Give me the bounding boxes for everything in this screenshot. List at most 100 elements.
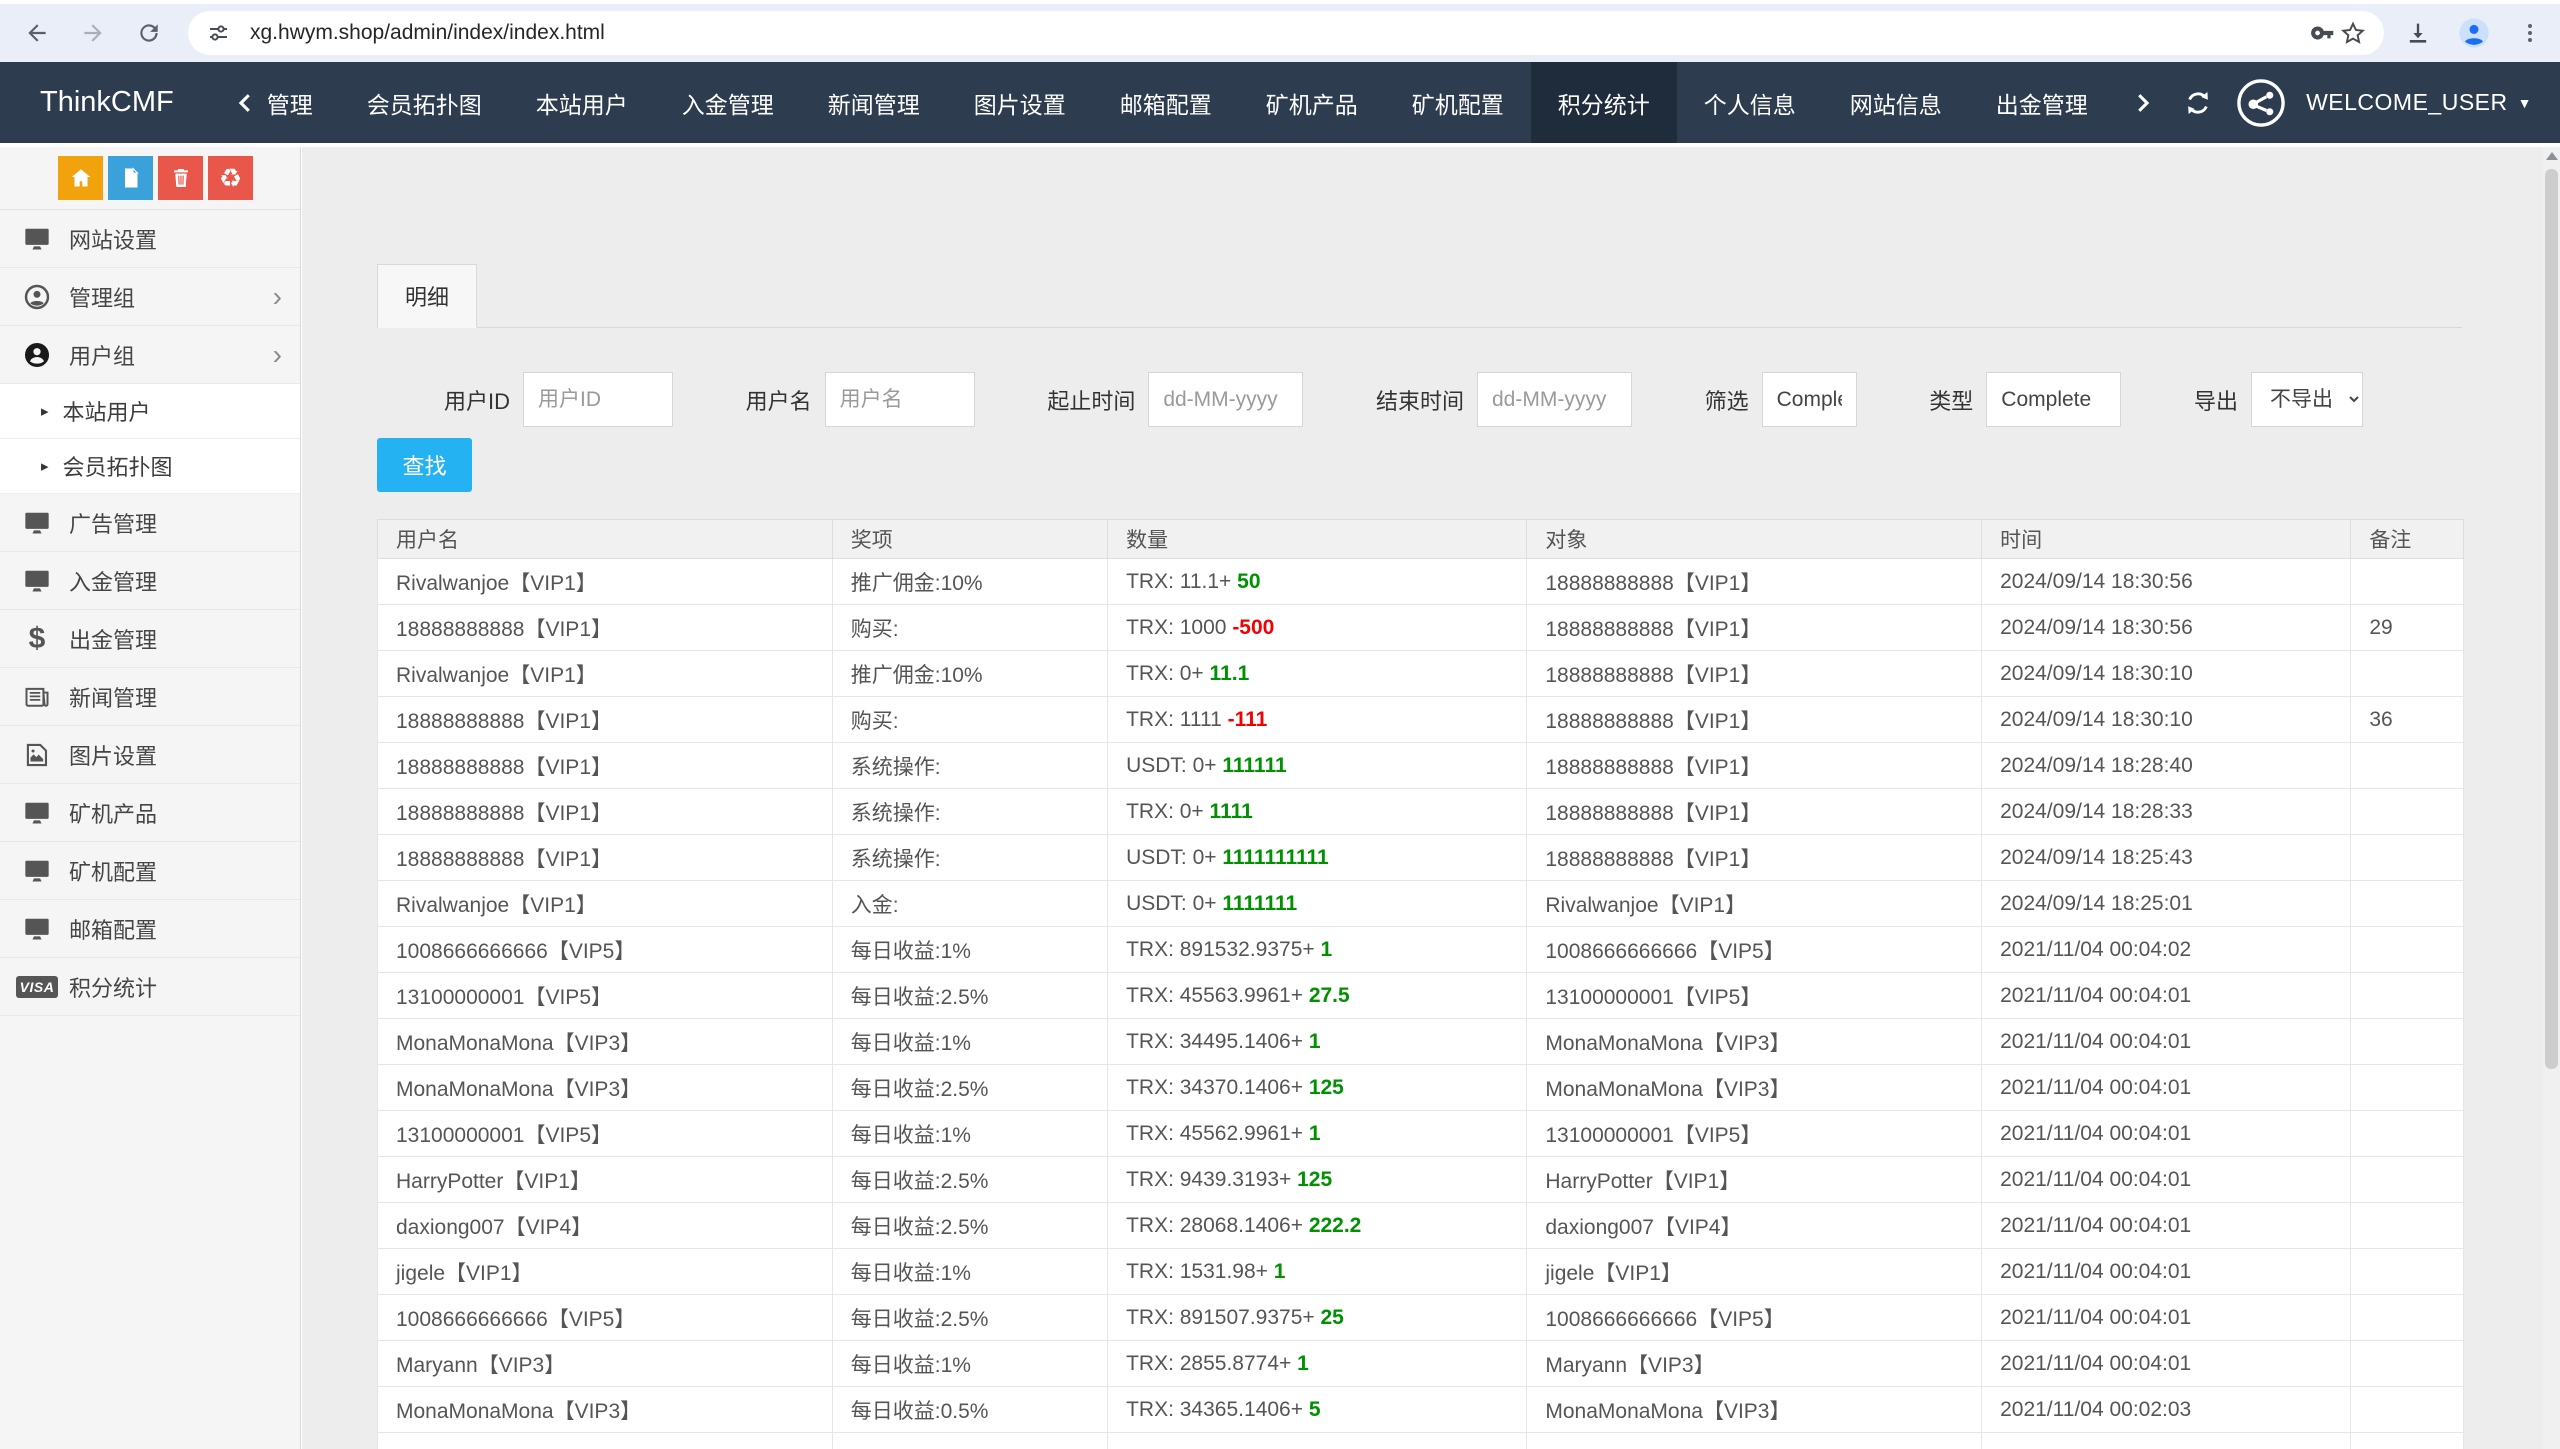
download-icon[interactable] bbox=[2402, 17, 2434, 49]
table-row: 13100000001【VIP5】每日收益:2.5%TRX: 45563.996… bbox=[378, 973, 2464, 1019]
profile-avatar-icon[interactable] bbox=[2458, 17, 2490, 49]
brand-logo[interactable]: ThinkCMF bbox=[0, 62, 208, 143]
export-select[interactable]: 不导出 bbox=[2251, 372, 2363, 427]
cell-quantity: TRX: 34365.1406+ 5 bbox=[1108, 1387, 1527, 1433]
recycle-button[interactable]: ♻ bbox=[208, 156, 253, 200]
sidebar-item-7[interactable]: 入金管理 bbox=[0, 552, 300, 610]
newspaper-icon bbox=[20, 683, 54, 711]
table-row: 18888888888【VIP1】系统操作:TRX: 0+ 1111188888… bbox=[378, 789, 2464, 835]
cell-time: 2024/09/14 18:25:43 bbox=[1982, 835, 2351, 881]
recycle-icon: ♻ bbox=[219, 165, 242, 191]
sidebar-item-14[interactable]: VISA积分统计 bbox=[0, 958, 300, 1016]
nav-item-1[interactable]: 会员拓扑图 bbox=[340, 62, 509, 143]
filter-type: 类型 bbox=[1929, 372, 2121, 427]
user-avatar-icon[interactable] bbox=[2236, 78, 2286, 128]
cell-username: HarryPotter【VIP1】 bbox=[378, 1157, 833, 1203]
site-settings-tune-icon[interactable] bbox=[204, 18, 234, 48]
type-input[interactable] bbox=[1986, 372, 2121, 427]
user-circle-outline-icon bbox=[20, 283, 54, 311]
table-row: 1008666666666【VIP5】每日收益:1%TRX: 891532.93… bbox=[378, 927, 2464, 973]
bookmark-star-icon[interactable] bbox=[2338, 18, 2368, 48]
user-name-input[interactable] bbox=[825, 372, 975, 427]
nav-item-4[interactable]: 新闻管理 bbox=[801, 62, 947, 143]
cell-target: 13100000001【VIP5】 bbox=[1527, 1111, 1982, 1157]
nav-item-12[interactable]: 出金管理 bbox=[1969, 62, 2115, 143]
cell-remark bbox=[2351, 881, 2464, 927]
sidebar-item-13[interactable]: 邮箱配置 bbox=[0, 900, 300, 958]
new-file-button[interactable] bbox=[108, 156, 153, 200]
cell-target: HarryPotter【VIP1】 bbox=[1527, 1157, 1982, 1203]
sidebar-item-11[interactable]: 矿机产品 bbox=[0, 784, 300, 842]
cell-quantity: TRX: 0+ 1111 bbox=[1108, 789, 1527, 835]
refresh-icon[interactable] bbox=[2180, 85, 2216, 121]
end-time-input[interactable] bbox=[1477, 372, 1632, 427]
nav-item-3[interactable]: 入金管理 bbox=[655, 62, 801, 143]
column-header: 用户名 bbox=[378, 520, 833, 559]
browser-reload-icon[interactable] bbox=[132, 16, 166, 50]
scrollbar-up-arrow-icon[interactable] bbox=[2546, 152, 2558, 160]
quantity-base: TRX: 1531.98+ bbox=[1126, 1260, 1268, 1283]
sidebar-item-8[interactable]: $出金管理 bbox=[0, 610, 300, 668]
content-scrollbar[interactable] bbox=[2543, 147, 2560, 1449]
password-key-icon[interactable] bbox=[2308, 18, 2338, 48]
sidebar: ♻ 网站设置管理组›用户组›▸本站用户▸会员拓扑图广告管理入金管理$出金管理新闻… bbox=[0, 147, 301, 1449]
cell-remark bbox=[2351, 743, 2464, 789]
browser-back-icon[interactable] bbox=[20, 16, 54, 50]
user-id-input[interactable] bbox=[523, 372, 673, 427]
quantity-base: TRX: 34370.1406+ bbox=[1126, 1076, 1303, 1099]
nav-item-7[interactable]: 矿机产品 bbox=[1239, 62, 1385, 143]
sidebar-item-1[interactable]: 网站设置 bbox=[0, 210, 300, 268]
sidebar-item-3[interactable]: 用户组› bbox=[0, 326, 300, 384]
cell-quantity: TRX: 9439.3193+ 125 bbox=[1108, 1157, 1527, 1203]
cell-prize: 每日收益:1% bbox=[832, 1249, 1107, 1295]
cell-remark: 29 bbox=[2351, 605, 2464, 651]
nav-item-6[interactable]: 邮箱配置 bbox=[1093, 62, 1239, 143]
caret-down-icon: ▼ bbox=[2518, 95, 2532, 111]
sidebar-item-2[interactable]: 管理组› bbox=[0, 268, 300, 326]
cell-remark bbox=[2351, 1249, 2464, 1295]
sidebar-item-10[interactable]: 图片设置 bbox=[0, 726, 300, 784]
trash-button[interactable] bbox=[158, 156, 203, 200]
scrollbar-thumb[interactable] bbox=[2545, 169, 2558, 1069]
tab-detail[interactable]: 明细 bbox=[377, 264, 477, 328]
nav-item-11[interactable]: 网站信息 bbox=[1823, 62, 1969, 143]
table-row: 1008666666666【VIP5】每日收益:2.5%TRX: 891507.… bbox=[378, 1295, 2464, 1341]
welcome-user-menu[interactable]: WELCOME_USER ▼ bbox=[2306, 89, 2532, 116]
table-row: daxiong007【VIP4】每日收益:2.5%TRX: 28068.1406… bbox=[378, 1203, 2464, 1249]
nav-item-9[interactable]: 积分统计 bbox=[1531, 62, 1677, 143]
cell-target: 13100000001【VIP5】 bbox=[1527, 973, 1982, 1019]
cell-prize: 购买: bbox=[832, 697, 1107, 743]
cell-quantity: TRX: 28068.1406+ 222.2 bbox=[1108, 1203, 1527, 1249]
sidebar-item-9[interactable]: 新闻管理 bbox=[0, 668, 300, 726]
sidebar-subitem-4[interactable]: ▸本站用户 bbox=[0, 384, 300, 439]
nav-chevron-right-icon[interactable] bbox=[2124, 85, 2160, 121]
cell-prize: 每日收益:1% bbox=[832, 1019, 1107, 1065]
quantity-base: TRX: 891532.9375+ bbox=[1126, 938, 1315, 961]
url-bar[interactable]: xg.hwym.shop/admin/index/index.html bbox=[188, 11, 2384, 55]
search-button[interactable]: 查找 bbox=[377, 438, 472, 492]
screen-input[interactable] bbox=[1762, 372, 1857, 427]
quantity-delta: 1111111111 bbox=[1222, 846, 1328, 869]
sidebar-item-6[interactable]: 广告管理 bbox=[0, 494, 300, 552]
table-row: 18888888888【VIP1】购买:TRX: 1111 -111188888… bbox=[378, 697, 2464, 743]
browser-menu-kebab-icon[interactable] bbox=[2514, 17, 2546, 49]
sidebar-toolbar: ♻ bbox=[0, 147, 300, 210]
nav-item-label: 邮箱配置 bbox=[1120, 86, 1212, 120]
filter-user-name: 用户名 bbox=[746, 372, 975, 427]
start-time-input[interactable] bbox=[1148, 372, 1303, 427]
home-button[interactable] bbox=[58, 156, 103, 200]
nav-item-back-admin[interactable]: 管理 bbox=[208, 62, 340, 143]
browser-forward-icon[interactable] bbox=[76, 16, 110, 50]
nav-item-2[interactable]: 本站用户 bbox=[509, 62, 655, 143]
cell-remark: 36 bbox=[2351, 697, 2464, 743]
sidebar-subitem-5[interactable]: ▸会员拓扑图 bbox=[0, 439, 300, 494]
nav-item-label: 出金管理 bbox=[1996, 86, 2088, 120]
nav-item-10[interactable]: 个人信息 bbox=[1677, 62, 1823, 143]
cell-target: 18888888888【VIP1】 bbox=[1527, 789, 1982, 835]
nav-item-5[interactable]: 图片设置 bbox=[947, 62, 1093, 143]
cell-username: Maryann【VIP3】 bbox=[378, 1341, 833, 1387]
sidebar-item-12[interactable]: 矿机配置 bbox=[0, 842, 300, 900]
nav-item-8[interactable]: 矿机配置 bbox=[1385, 62, 1531, 143]
quantity-delta: 125 bbox=[1309, 1076, 1344, 1099]
url-text[interactable]: xg.hwym.shop/admin/index/index.html bbox=[250, 21, 2308, 45]
